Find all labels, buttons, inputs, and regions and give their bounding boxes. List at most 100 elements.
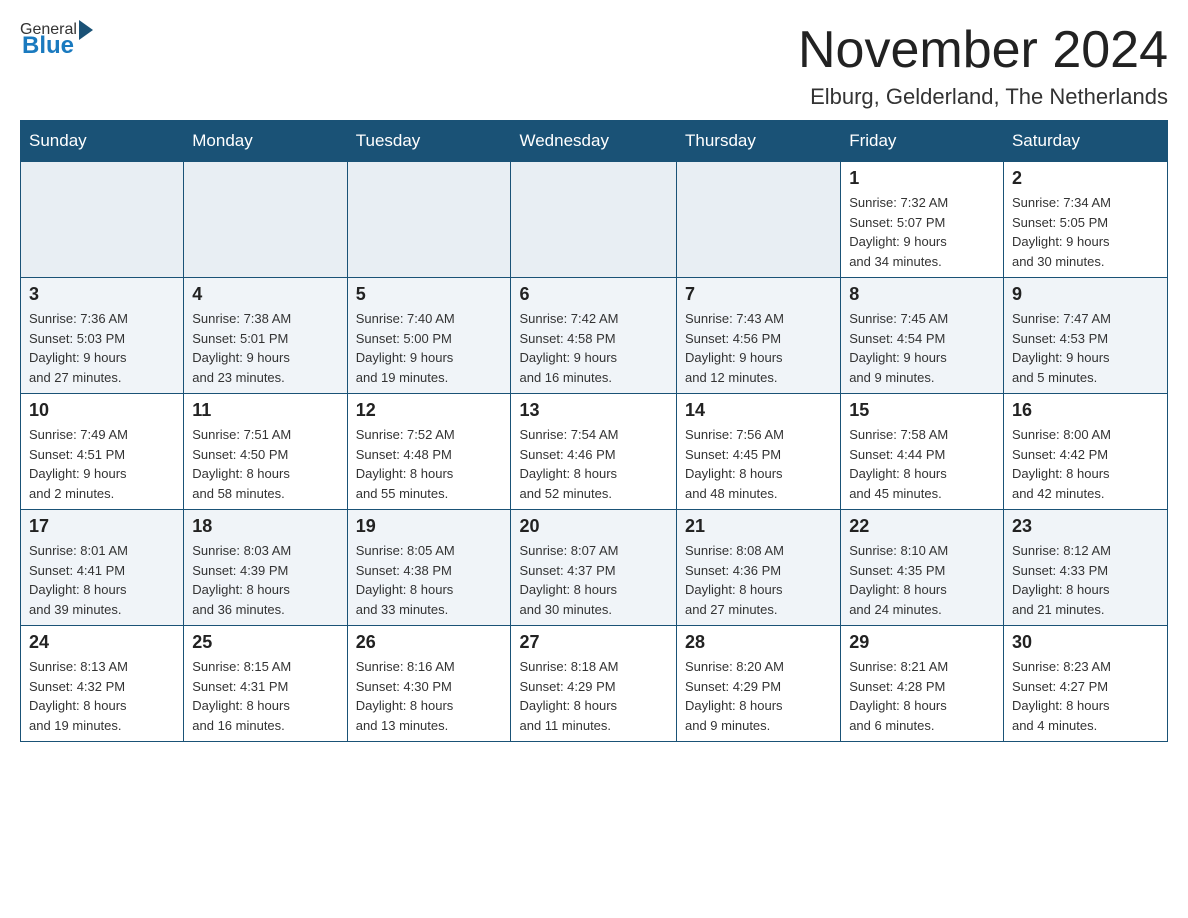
day-number: 10 bbox=[29, 400, 175, 421]
weekday-header-sunday: Sunday bbox=[21, 121, 184, 162]
day-number: 20 bbox=[519, 516, 668, 537]
calendar-cell: 11 Sunrise: 7:51 AM Sunset: 4:50 PM Dayli… bbox=[184, 394, 347, 510]
day-info: Sunrise: 7:58 AM Sunset: 4:44 PM Dayligh… bbox=[849, 425, 995, 503]
day-info: Sunrise: 7:42 AM Sunset: 4:58 PM Dayligh… bbox=[519, 309, 668, 387]
calendar-header-row: SundayMondayTuesdayWednesdayThursdayFrid… bbox=[21, 121, 1168, 162]
day-number: 2 bbox=[1012, 168, 1159, 189]
calendar-cell: 19Sunrise: 8:05 AM Sunset: 4:38 PM Dayli… bbox=[347, 510, 511, 626]
calendar-cell bbox=[511, 162, 677, 278]
calendar-cell: 23 Sunrise: 8:12 AM Sunset: 4:33 PM Dayli… bbox=[1003, 510, 1167, 626]
day-info: Sunrise: 8:13 AM Sunset: 4:32 PM Dayligh… bbox=[29, 657, 175, 735]
calendar-week-row: 10 Sunrise: 7:49 AM Sunset: 4:51 PM Dayli… bbox=[21, 394, 1168, 510]
day-info: Sunrise: 7:56 AM Sunset: 4:45 PM Dayligh… bbox=[685, 425, 832, 503]
day-info: Sunrise: 7:43 AM Sunset: 4:56 PM Dayligh… bbox=[685, 309, 832, 387]
day-number: 25 bbox=[192, 632, 338, 653]
day-info: Sunrise: 8:10 AM Sunset: 4:35 PM Dayligh… bbox=[849, 541, 995, 619]
day-info: Sunrise: 8:00 AM Sunset: 4:42 PM Dayligh… bbox=[1012, 425, 1159, 503]
day-number: 11 bbox=[192, 400, 338, 421]
calendar-cell: 30 Sunrise: 8:23 AM Sunset: 4:27 PM Dayli… bbox=[1003, 626, 1167, 742]
day-info: Sunrise: 8:21 AM Sunset: 4:28 PM Dayligh… bbox=[849, 657, 995, 735]
calendar-cell: 25 Sunrise: 8:15 AM Sunset: 4:31 PM Dayli… bbox=[184, 626, 347, 742]
calendar-week-row: 3 Sunrise: 7:36 AM Sunset: 5:03 PM Daylig… bbox=[21, 278, 1168, 394]
day-number: 26 bbox=[356, 632, 503, 653]
calendar-cell: 9 Sunrise: 7:47 AM Sunset: 4:53 PM Daylig… bbox=[1003, 278, 1167, 394]
month-title: November 2024 bbox=[798, 20, 1168, 80]
day-number: 5 bbox=[356, 284, 503, 305]
day-number: 18 bbox=[192, 516, 338, 537]
calendar-cell: 24Sunrise: 8:13 AM Sunset: 4:32 PM Dayli… bbox=[21, 626, 184, 742]
calendar-cell: 13Sunrise: 7:54 AM Sunset: 4:46 PM Dayli… bbox=[511, 394, 677, 510]
weekday-header-wednesday: Wednesday bbox=[511, 121, 677, 162]
calendar-week-row: 17 Sunrise: 8:01 AM Sunset: 4:41 PM Dayli… bbox=[21, 510, 1168, 626]
calendar-cell: 4 Sunrise: 7:38 AM Sunset: 5:01 PM Daylig… bbox=[184, 278, 347, 394]
day-info: Sunrise: 8:16 AM Sunset: 4:30 PM Dayligh… bbox=[356, 657, 503, 735]
calendar-cell: 28Sunrise: 8:20 AM Sunset: 4:29 PM Dayli… bbox=[677, 626, 841, 742]
day-info: Sunrise: 8:05 AM Sunset: 4:38 PM Dayligh… bbox=[356, 541, 503, 619]
day-number: 23 bbox=[1012, 516, 1159, 537]
day-info: Sunrise: 8:12 AM Sunset: 4:33 PM Dayligh… bbox=[1012, 541, 1159, 619]
calendar-cell bbox=[677, 162, 841, 278]
day-info: Sunrise: 7:40 AM Sunset: 5:00 PM Dayligh… bbox=[356, 309, 503, 387]
calendar-cell: 22 Sunrise: 8:10 AM Sunset: 4:35 PM Dayli… bbox=[841, 510, 1004, 626]
day-info: Sunrise: 8:01 AM Sunset: 4:41 PM Dayligh… bbox=[29, 541, 175, 619]
calendar-cell bbox=[184, 162, 347, 278]
weekday-header-saturday: Saturday bbox=[1003, 121, 1167, 162]
day-info: Sunrise: 8:08 AM Sunset: 4:36 PM Dayligh… bbox=[685, 541, 832, 619]
day-number: 28 bbox=[685, 632, 832, 653]
calendar-cell: 12 Sunrise: 7:52 AM Sunset: 4:48 PM Dayli… bbox=[347, 394, 511, 510]
weekday-header-monday: Monday bbox=[184, 121, 347, 162]
day-number: 8 bbox=[849, 284, 995, 305]
day-info: Sunrise: 7:47 AM Sunset: 4:53 PM Dayligh… bbox=[1012, 309, 1159, 387]
calendar-cell: 7 Sunrise: 7:43 AM Sunset: 4:56 PM Daylig… bbox=[677, 278, 841, 394]
day-info: Sunrise: 7:49 AM Sunset: 4:51 PM Dayligh… bbox=[29, 425, 175, 503]
calendar-week-row: 24Sunrise: 8:13 AM Sunset: 4:32 PM Dayli… bbox=[21, 626, 1168, 742]
day-number: 17 bbox=[29, 516, 175, 537]
day-info: Sunrise: 7:45 AM Sunset: 4:54 PM Dayligh… bbox=[849, 309, 995, 387]
day-info: Sunrise: 8:07 AM Sunset: 4:37 PM Dayligh… bbox=[519, 541, 668, 619]
day-info: Sunrise: 7:34 AM Sunset: 5:05 PM Dayligh… bbox=[1012, 193, 1159, 271]
day-number: 4 bbox=[192, 284, 338, 305]
page-header: General Blue November 2024 Elburg, Gelde… bbox=[20, 20, 1168, 110]
calendar-cell: 14 Sunrise: 7:56 AM Sunset: 4:45 PM Dayli… bbox=[677, 394, 841, 510]
day-info: Sunrise: 7:32 AM Sunset: 5:07 PM Dayligh… bbox=[849, 193, 995, 271]
day-info: Sunrise: 7:38 AM Sunset: 5:01 PM Dayligh… bbox=[192, 309, 338, 387]
calendar-table: SundayMondayTuesdayWednesdayThursdayFrid… bbox=[20, 120, 1168, 742]
day-info: Sunrise: 7:51 AM Sunset: 4:50 PM Dayligh… bbox=[192, 425, 338, 503]
day-number: 12 bbox=[356, 400, 503, 421]
logo-arrow-icon bbox=[79, 20, 93, 40]
calendar-cell: 15Sunrise: 7:58 AM Sunset: 4:44 PM Dayli… bbox=[841, 394, 1004, 510]
calendar-cell: 16 Sunrise: 8:00 AM Sunset: 4:42 PM Dayli… bbox=[1003, 394, 1167, 510]
day-info: Sunrise: 8:03 AM Sunset: 4:39 PM Dayligh… bbox=[192, 541, 338, 619]
day-number: 21 bbox=[685, 516, 832, 537]
calendar-cell bbox=[21, 162, 184, 278]
day-info: Sunrise: 8:15 AM Sunset: 4:31 PM Dayligh… bbox=[192, 657, 338, 735]
weekday-header-tuesday: Tuesday bbox=[347, 121, 511, 162]
calendar-cell: 10 Sunrise: 7:49 AM Sunset: 4:51 PM Dayli… bbox=[21, 394, 184, 510]
calendar-cell: 27 Sunrise: 8:18 AM Sunset: 4:29 PM Dayli… bbox=[511, 626, 677, 742]
day-info: Sunrise: 8:23 AM Sunset: 4:27 PM Dayligh… bbox=[1012, 657, 1159, 735]
location-text: Elburg, Gelderland, The Netherlands bbox=[798, 84, 1168, 110]
logo-blue-text: Blue bbox=[22, 32, 74, 60]
day-number: 27 bbox=[519, 632, 668, 653]
calendar-cell: 21 Sunrise: 8:08 AM Sunset: 4:36 PM Dayli… bbox=[677, 510, 841, 626]
calendar-cell: 1Sunrise: 7:32 AM Sunset: 5:07 PM Daylig… bbox=[841, 162, 1004, 278]
day-number: 30 bbox=[1012, 632, 1159, 653]
day-info: Sunrise: 7:36 AM Sunset: 5:03 PM Dayligh… bbox=[29, 309, 175, 387]
calendar-cell: 2 Sunrise: 7:34 AM Sunset: 5:05 PM Daylig… bbox=[1003, 162, 1167, 278]
day-info: Sunrise: 7:52 AM Sunset: 4:48 PM Dayligh… bbox=[356, 425, 503, 503]
day-number: 3 bbox=[29, 284, 175, 305]
day-number: 16 bbox=[1012, 400, 1159, 421]
calendar-cell: 6Sunrise: 7:42 AM Sunset: 4:58 PM Daylig… bbox=[511, 278, 677, 394]
day-number: 13 bbox=[519, 400, 668, 421]
day-info: Sunrise: 8:18 AM Sunset: 4:29 PM Dayligh… bbox=[519, 657, 668, 735]
day-number: 22 bbox=[849, 516, 995, 537]
calendar-cell: 26 Sunrise: 8:16 AM Sunset: 4:30 PM Dayli… bbox=[347, 626, 511, 742]
calendar-cell: 3 Sunrise: 7:36 AM Sunset: 5:03 PM Daylig… bbox=[21, 278, 184, 394]
logo: General Blue bbox=[20, 20, 95, 60]
day-number: 7 bbox=[685, 284, 832, 305]
day-number: 9 bbox=[1012, 284, 1159, 305]
weekday-header-thursday: Thursday bbox=[677, 121, 841, 162]
title-block: November 2024 Elburg, Gelderland, The Ne… bbox=[798, 20, 1168, 110]
day-number: 14 bbox=[685, 400, 832, 421]
calendar-cell: 18 Sunrise: 8:03 AM Sunset: 4:39 PM Dayli… bbox=[184, 510, 347, 626]
